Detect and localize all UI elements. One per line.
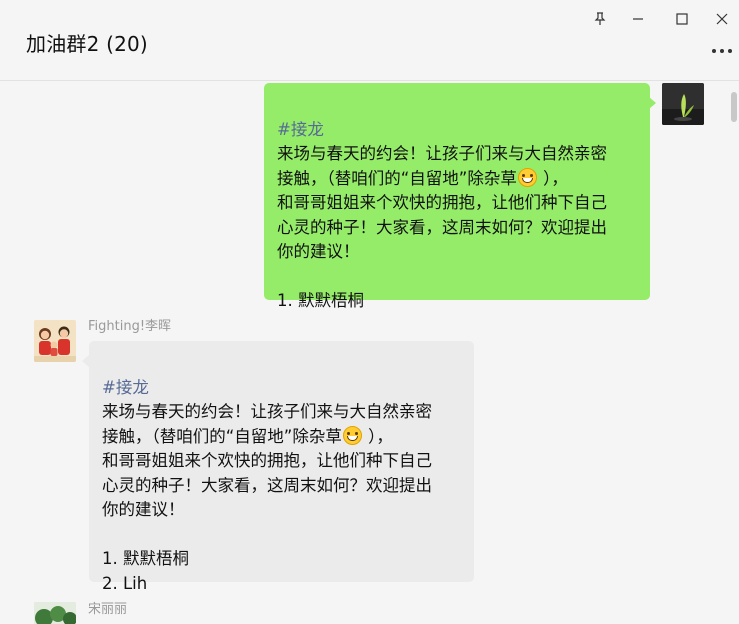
message-line: 来场与春天的约会！让孩子们来与大自然亲密: [277, 144, 607, 163]
close-icon: [716, 13, 728, 25]
message-line: 接触，（替咱们的“自留地”除杂草: [102, 426, 342, 446]
more-button[interactable]: [708, 41, 736, 61]
tree-photo: [34, 602, 76, 624]
list-item: 2. Lih: [102, 573, 148, 593]
sender-avatar[interactable]: [34, 602, 76, 624]
message-tag[interactable]: #接龙: [102, 376, 462, 401]
chat-header: 加油群2 (20): [0, 0, 739, 81]
sender-avatar[interactable]: [34, 320, 76, 362]
maximize-button[interactable]: [671, 8, 693, 30]
list-item: 1. 默默梧桐: [277, 291, 364, 310]
message-line: 和哥哥姐姐来个欢快的拥抱，让他们种下自己: [277, 193, 607, 212]
grin-emoji-icon: [342, 425, 362, 445]
message-bubble-other[interactable]: #接龙 来场与春天的约会！让孩子们来与大自然亲密 接触，（替咱们的“自留地”除杂草 …: [89, 341, 474, 593]
grin-emoji-icon: [517, 167, 537, 187]
sprout-photo: [662, 83, 704, 125]
pin-button[interactable]: [589, 8, 611, 30]
message-tag[interactable]: #接龙: [277, 118, 638, 143]
maximize-icon: [676, 13, 688, 25]
more-icon: [712, 49, 716, 53]
message-line: 心灵的种子！大家看，这周末如何？欢迎提出: [102, 475, 432, 495]
message-line: 接触，（替咱们的“自留地”除杂草: [277, 168, 517, 188]
message-line: 你的建议！: [277, 242, 360, 261]
minimize-button[interactable]: [627, 8, 649, 30]
sender-name: 宋丽丽: [88, 602, 128, 617]
list-item: 1. 默默梧桐: [102, 549, 189, 568]
family-cartoon-image: [34, 320, 76, 362]
minimize-icon: [633, 18, 643, 20]
message-line: 和哥哥姐姐来个欢快的拥抱，让他们种下自己: [102, 451, 432, 470]
close-button[interactable]: [711, 8, 733, 30]
pin-icon: [594, 12, 606, 25]
self-avatar[interactable]: [662, 83, 704, 125]
message-bubble-self[interactable]: #接龙 来场与春天的约会！让孩子们来与大自然亲密 接触，（替咱们的“自留地”除杂草 …: [264, 83, 650, 310]
message-line: 来场与春天的约会！让孩子们来与大自然亲密: [102, 402, 432, 421]
sender-name: Fighting!李晖: [88, 319, 172, 334]
message-line: 你的建议！: [102, 500, 185, 519]
message-line: 心灵的种子！大家看，这周末如何？欢迎提出: [277, 217, 607, 237]
chat-scrollbar[interactable]: [731, 92, 737, 122]
chat-title: 加油群2 (20): [26, 32, 148, 56]
